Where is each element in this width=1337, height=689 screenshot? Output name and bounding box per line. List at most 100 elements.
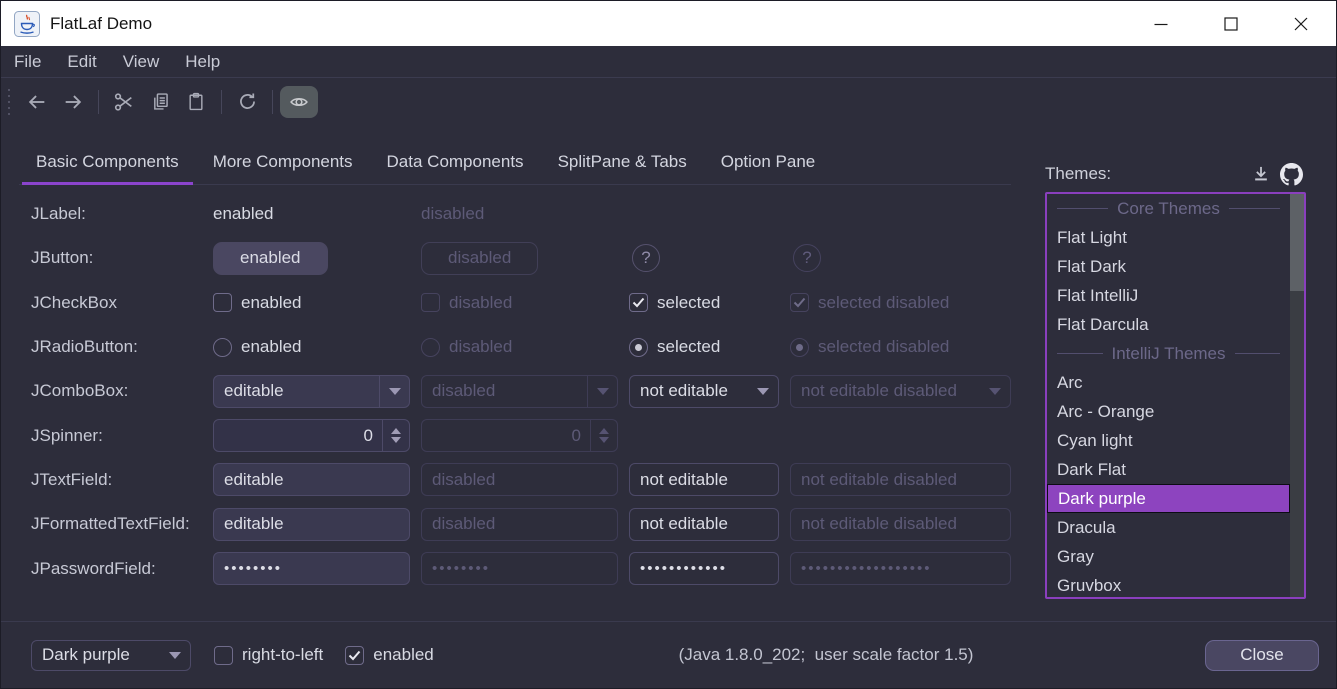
formattedfield-editable[interactable] [213,508,410,541]
window-title: FlatLaf Demo [50,14,152,34]
forward-button[interactable] [55,86,91,118]
checkbox-checked-icon[interactable] [345,646,364,665]
scissors-icon [113,91,135,113]
checkbox-enabled[interactable]: enabled [213,293,410,313]
radio-disabled: disabled [421,337,618,357]
download-icon [1251,164,1271,184]
theme-combobox[interactable]: Dark purple [31,640,191,671]
github-button[interactable] [1276,160,1306,188]
checkbox-disabled: disabled [421,293,618,313]
minimize-button[interactable] [1126,1,1196,46]
formattedfield-not-editable-disabled [790,508,1011,541]
enabled-button[interactable]: enabled [213,242,328,275]
menu-file[interactable]: File [1,46,54,77]
help-button[interactable]: ? [632,244,660,272]
paste-button[interactable] [178,86,214,118]
formattedfield-not-editable[interactable] [629,508,779,541]
app-window: FlatLaf Demo File Edit View Help [0,0,1337,689]
download-button[interactable] [1246,160,1276,188]
menu-help[interactable]: Help [172,46,233,77]
theme-item-dark-purple[interactable]: Dark purple [1047,484,1290,513]
maximize-button[interactable] [1196,1,1266,46]
chevron-down-icon [980,376,1010,407]
combobox-not-editable[interactable]: not editable [629,375,779,408]
close-button[interactable] [1266,1,1336,46]
textfield-editable[interactable] [213,463,410,496]
chevron-down-icon[interactable] [748,376,778,407]
checkbox-checked-icon[interactable] [629,293,648,312]
menu-view[interactable]: View [110,46,173,77]
radio-selected-icon [790,338,809,357]
formattedfield-disabled [421,508,618,541]
spinner-disabled: 0 [421,419,618,452]
checkbox-icon[interactable] [213,293,232,312]
radio-icon [421,338,440,357]
textfield-not-editable-disabled [790,463,1011,496]
textfield-disabled [421,463,618,496]
checkbox-icon[interactable] [214,646,233,665]
scrollbar-thumb[interactable] [1290,194,1304,291]
disabled-button: disabled [421,242,538,275]
back-arrow-icon [26,91,48,113]
help-button-disabled: ? [793,244,821,272]
theme-item-dark-flat[interactable]: Dark Flat [1047,455,1290,484]
theme-item-flat-light[interactable]: Flat Light [1047,223,1290,252]
chevron-down-icon[interactable] [160,641,190,670]
refresh-icon [237,91,258,112]
toolbar-separator [221,90,222,114]
paste-icon [186,91,206,112]
enabled-checkbox[interactable]: enabled [345,645,434,665]
combobox-not-editable-disabled: not editable disabled [790,375,1011,408]
tab-more-components[interactable]: More Components [196,139,370,184]
theme-item-cyan-light[interactable]: Cyan light [1047,426,1290,455]
scrollbar-track[interactable] [1290,194,1304,597]
label-enabled: enabled [213,204,274,223]
theme-item-gruvbox[interactable]: Gruvbox [1047,571,1290,599]
eye-icon [288,92,310,112]
row-label: JSpinner: [31,426,202,446]
tab-basic-components[interactable]: Basic Components [19,139,196,184]
rtl-checkbox[interactable]: right-to-left [214,645,323,665]
back-button[interactable] [19,86,55,118]
cut-button[interactable] [106,86,142,118]
spinner-arrows-icon[interactable] [382,420,409,451]
row-label: JButton: [31,248,202,268]
theme-item-flat-darcula[interactable]: Flat Darcula [1047,310,1290,339]
close-dialog-button[interactable]: Close [1205,640,1319,671]
theme-item-dracula[interactable]: Dracula [1047,513,1290,542]
radio-selected[interactable]: selected [629,337,779,357]
chevron-down-icon [587,376,617,407]
chevron-down-icon[interactable] [379,376,409,407]
textfield-not-editable[interactable] [629,463,779,496]
themes-panel: Themes: Core Themes Flat Light Flat Dark… [1045,159,1306,599]
theme-item-flat-dark[interactable]: Flat Dark [1047,252,1290,281]
row-label: JCheckBox [31,293,202,313]
checkbox-selected[interactable]: selected [629,293,779,313]
spinner-enabled[interactable]: 0 [213,419,410,452]
show-toggle-button[interactable] [280,86,318,118]
tab-splitpane-tabs[interactable]: SplitPane & Tabs [541,139,704,184]
radio-icon[interactable] [213,338,232,357]
theme-item-arc[interactable]: Arc [1047,368,1290,397]
theme-item-gray[interactable]: Gray [1047,542,1290,571]
toolbar-grip[interactable] [8,89,10,115]
theme-group-header: IntelliJ Themes [1047,339,1290,368]
menu-bar: File Edit View Help [1,46,1336,78]
passwordfield-not-editable[interactable] [629,552,779,585]
row-label: JComboBox: [31,381,202,401]
radio-enabled[interactable]: enabled [213,337,410,357]
theme-group-header: Core Themes [1047,194,1290,223]
radio-selected-icon[interactable] [629,338,648,357]
copy-icon [150,91,171,112]
passwordfield-editable[interactable] [213,552,410,585]
copy-button[interactable] [142,86,178,118]
combobox-disabled: disabled [421,375,618,408]
theme-item-flat-intellij[interactable]: Flat IntelliJ [1047,281,1290,310]
passwordfield-not-editable-disabled [790,552,1011,585]
tab-option-pane[interactable]: Option Pane [704,139,833,184]
refresh-button[interactable] [229,86,265,118]
menu-edit[interactable]: Edit [54,46,109,77]
theme-item-arc-orange[interactable]: Arc - Orange [1047,397,1290,426]
tab-data-components[interactable]: Data Components [370,139,541,184]
combobox-editable[interactable]: editable [213,375,410,408]
